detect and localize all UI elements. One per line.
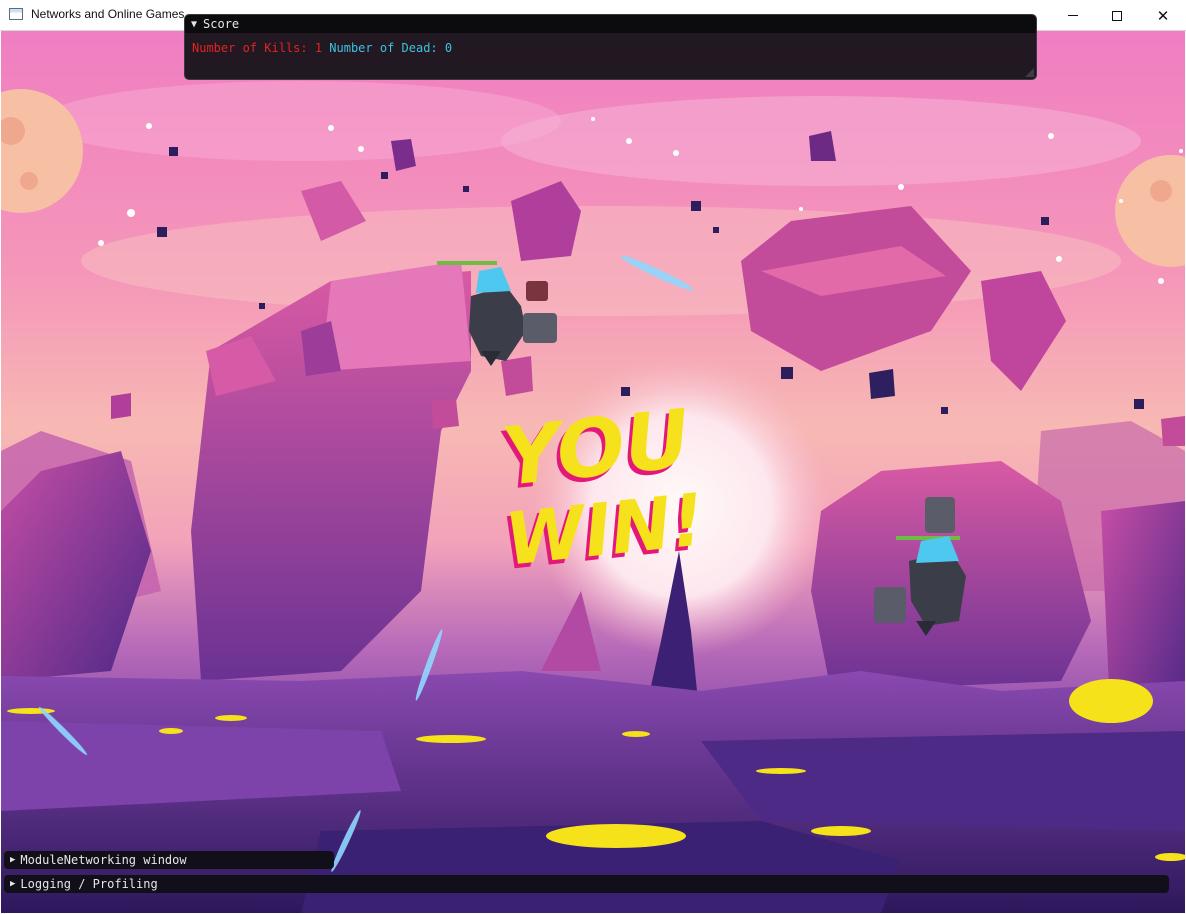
logging-profiling-label: Logging / Profiling [20,877,158,891]
close-icon: ✕ [1156,6,1170,25]
resize-grip-icon[interactable] [1025,68,1034,77]
minimize-button[interactable] [1050,0,1096,31]
maximize-icon [1112,10,1122,21]
window-title: Networks and Online Games [31,7,185,21]
health-bar [437,261,497,265]
cloud [81,206,1121,316]
app-window-icon [9,8,23,20]
collapse-triangle-icon[interactable]: ▼ [191,19,197,30]
dead-counter: Number of Dead: 0 [329,41,453,55]
maximize-button[interactable] [1094,0,1140,31]
module-networking-window-label: ModuleNetworking window [20,853,187,867]
score-body: Number of Kills: 1 Number of Dead: 0 [185,33,1036,55]
close-button[interactable]: ✕ [1140,0,1186,31]
planet-crater [20,172,38,190]
you-win-banner: YOU YOU WIN! WIN! [494,392,708,586]
module-networking-window-bar[interactable]: ▶ ModuleNetworking window [4,851,334,869]
cloud [41,81,561,161]
health-bar [896,536,960,540]
ground-ledge [701,731,1185,831]
logging-profiling-bar[interactable]: ▶ Logging / Profiling [4,875,1169,893]
planet [1115,155,1185,267]
expand-triangle-icon[interactable]: ▶ [10,879,15,889]
game-viewport[interactable]: YOU YOU WIN! WIN! [1,31,1185,913]
kills-counter: Number of Kills: 1 [192,41,323,55]
score-window-header[interactable]: ▼ Score [185,15,1036,33]
expand-triangle-icon[interactable]: ▶ [10,855,15,865]
minimize-icon [1068,15,1078,16]
game-background: YOU YOU WIN! WIN! [1,81,1185,913]
score-window[interactable]: ▼ Score Number of Kills: 1 Number of Dea… [184,14,1037,80]
planet-crater [1150,180,1172,202]
score-window-title: Score [203,17,240,31]
